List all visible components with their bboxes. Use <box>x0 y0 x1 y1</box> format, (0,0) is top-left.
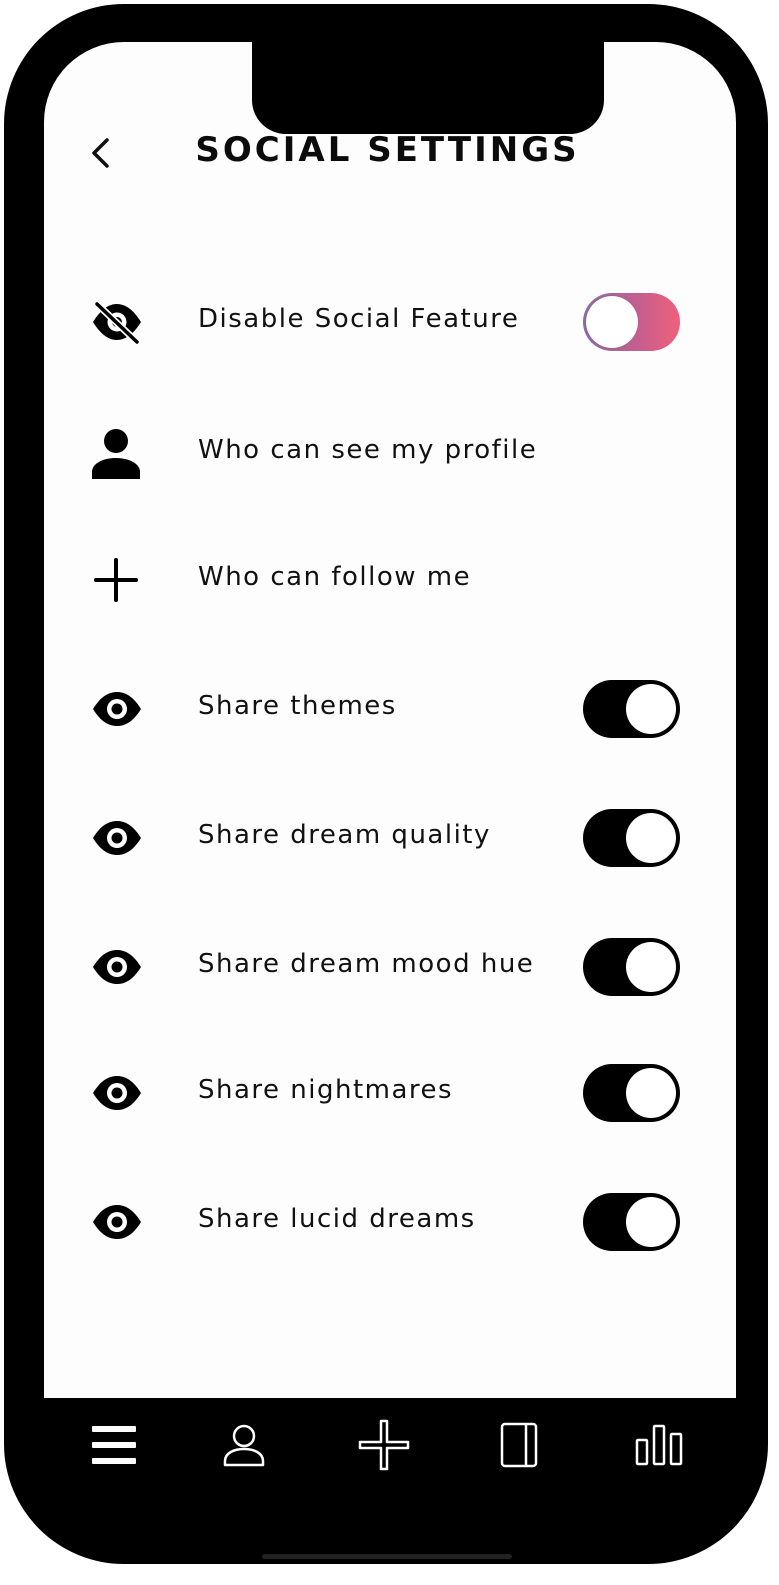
share-nightmares-toggle[interactable] <box>583 1064 680 1122</box>
nav-profile-button[interactable] <box>209 1412 279 1482</box>
eye-icon <box>88 1066 146 1120</box>
eye-icon <box>88 1195 146 1249</box>
eye-slash-icon <box>88 295 146 349</box>
setting-label: Who can see my profile <box>198 435 538 465</box>
setting-row-share-dream-quality: Share dream quality <box>0 803 779 873</box>
back-button[interactable] <box>82 135 118 175</box>
setting-row-disable-social: Disable Social Feature <box>0 287 779 357</box>
nav-add-button[interactable] <box>349 1412 419 1482</box>
page-title: SOCIAL SETTINGS <box>195 130 580 170</box>
plus-icon <box>88 553 146 607</box>
home-indicator[interactable] <box>262 1554 512 1559</box>
nav-menu-button[interactable] <box>79 1412 149 1482</box>
eye-icon <box>88 940 146 994</box>
share-themes-toggle[interactable] <box>583 680 680 738</box>
profile-icon <box>222 1423 266 1471</box>
setting-label: Who can follow me <box>198 562 472 592</box>
nav-stats-button[interactable] <box>624 1412 694 1482</box>
add-icon <box>358 1419 410 1475</box>
menu-icon <box>91 1424 137 1470</box>
phone-frame <box>4 4 768 1564</box>
toggle-knob <box>626 1068 676 1118</box>
nav-journal-button[interactable] <box>485 1412 555 1482</box>
toggle-knob <box>626 684 676 734</box>
setting-label: Share themes <box>198 691 397 721</box>
eye-icon <box>88 682 146 736</box>
setting-label: Disable Social Feature <box>198 304 520 334</box>
eye-icon <box>88 811 146 865</box>
setting-row-share-themes: Share themes <box>0 674 779 744</box>
setting-row-profile-visibility[interactable]: Who can see my profile <box>0 418 779 488</box>
stats-icon <box>635 1424 683 1470</box>
disable-social-toggle[interactable] <box>583 293 680 351</box>
toggle-knob <box>626 813 676 863</box>
setting-row-followers[interactable]: Who can follow me <box>0 545 779 615</box>
bottom-nav <box>40 1394 732 1499</box>
share-dream-quality-toggle[interactable] <box>583 809 680 867</box>
setting-label: Share dream quality <box>198 820 491 850</box>
setting-row-share-lucid-dreams: Share lucid dreams <box>0 1187 779 1257</box>
person-icon <box>88 426 146 480</box>
share-lucid-dreams-toggle[interactable] <box>583 1193 680 1251</box>
setting-label: Share nightmares <box>198 1075 454 1105</box>
notch <box>252 42 604 134</box>
setting-row-share-nightmares: Share nightmares <box>0 1058 779 1128</box>
share-dream-mood-hue-toggle[interactable] <box>583 938 680 996</box>
setting-row-share-dream-mood-hue: Share dream mood hue <box>0 932 779 1002</box>
setting-label: Share lucid dreams <box>198 1204 476 1234</box>
toggle-knob <box>626 942 676 992</box>
toggle-knob <box>626 1197 676 1247</box>
journal-icon <box>500 1422 540 1472</box>
toggle-knob <box>586 296 638 348</box>
setting-label: Share dream mood hue <box>198 949 535 979</box>
chevron-left-icon <box>89 136 111 174</box>
